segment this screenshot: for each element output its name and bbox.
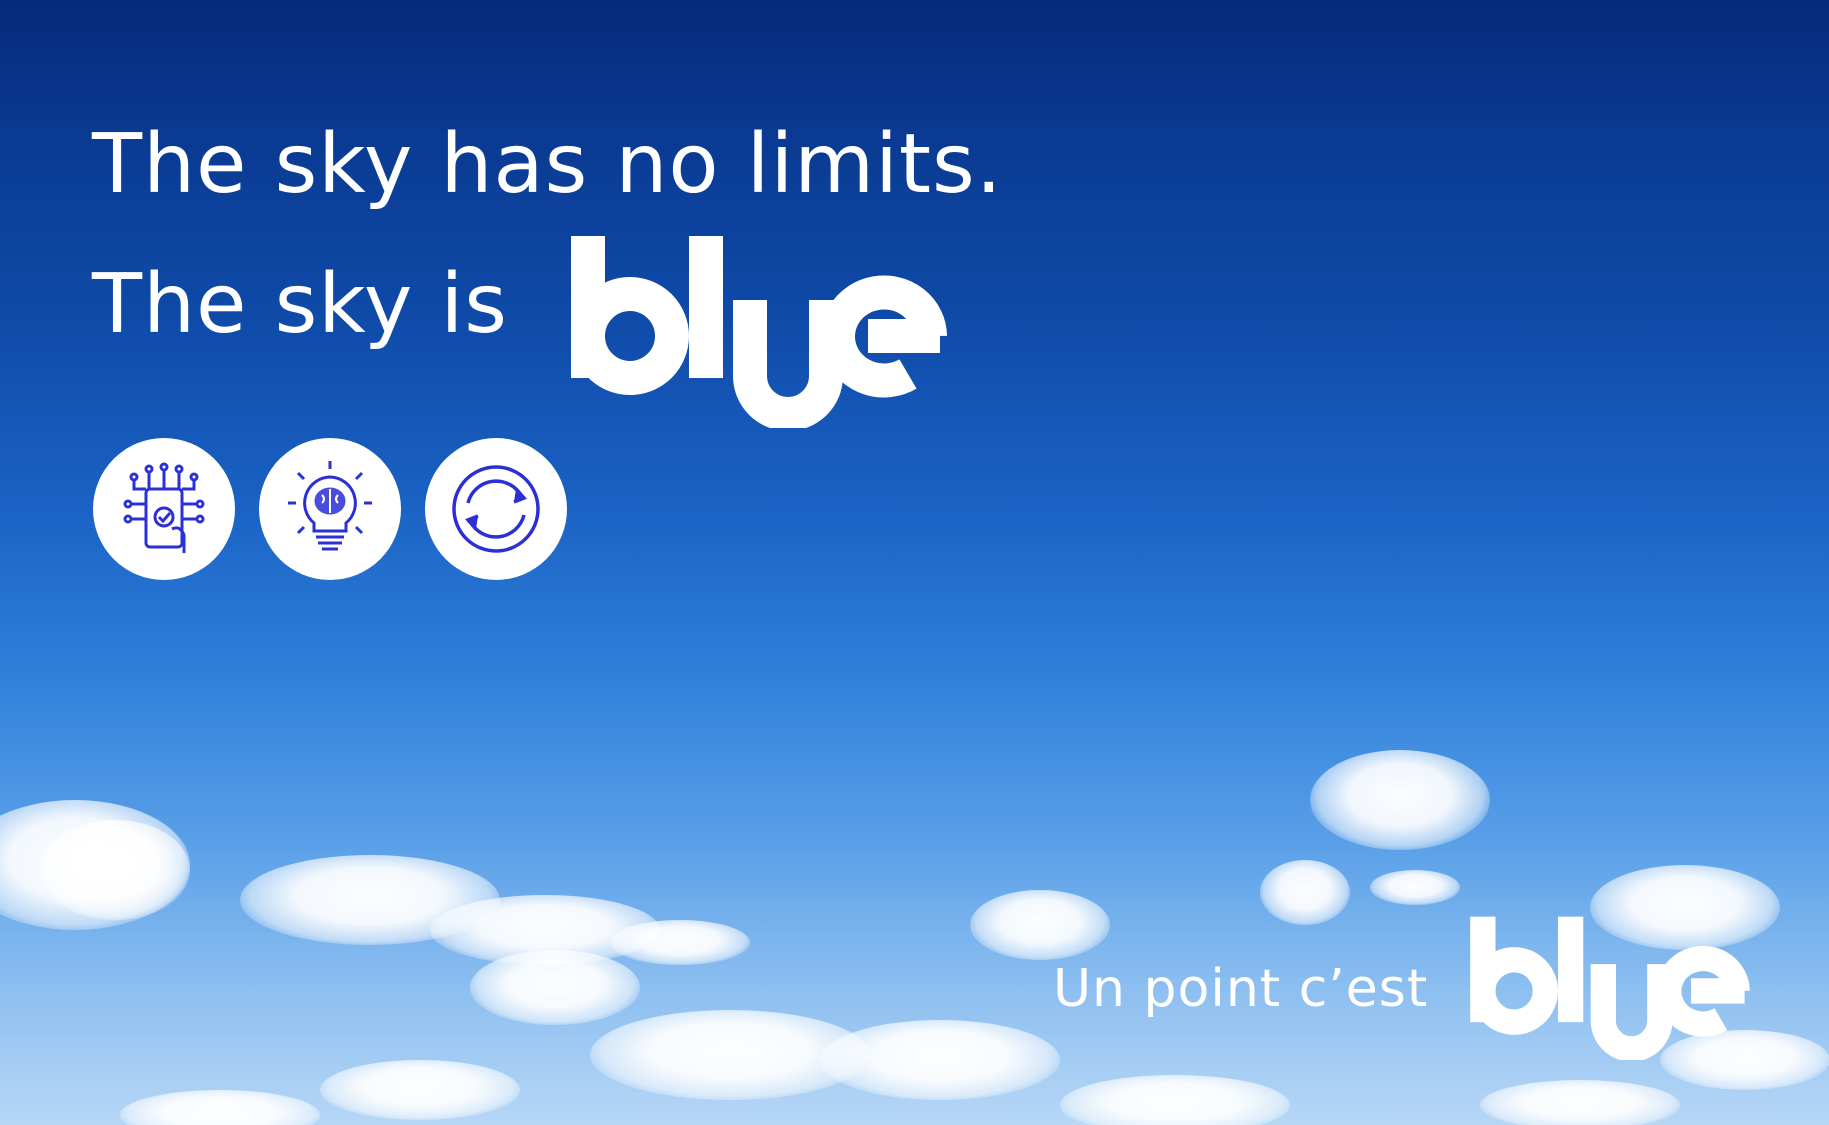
cloud xyxy=(610,920,750,965)
cloud xyxy=(120,1090,320,1125)
blue-logo-small xyxy=(1470,916,1750,1060)
cloud xyxy=(1480,1080,1680,1125)
cloud xyxy=(1370,870,1460,905)
cloud xyxy=(470,950,640,1025)
headline-line-2: The sky is xyxy=(92,257,508,352)
cloud xyxy=(1260,860,1350,925)
touchscreen-circuit-icon xyxy=(93,438,235,580)
headline-line-1: The sky has no limits. xyxy=(92,117,1003,212)
lightbulb-brain-icon xyxy=(259,438,401,580)
refresh-cycle-icon xyxy=(425,438,567,580)
cloud xyxy=(320,1060,520,1120)
tagline: Un point c’est xyxy=(1053,959,1429,1019)
cloud xyxy=(820,1020,1060,1100)
cloud xyxy=(1060,1075,1290,1125)
blue-logo xyxy=(571,236,947,428)
cloud xyxy=(970,890,1110,960)
cloud xyxy=(40,820,190,920)
cloud xyxy=(1310,750,1490,850)
